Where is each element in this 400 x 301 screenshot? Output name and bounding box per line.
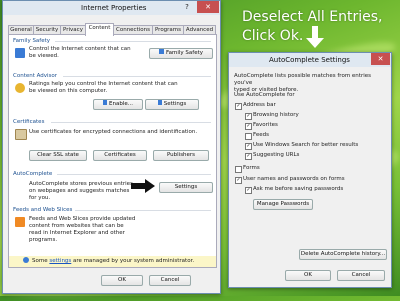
feeds-text-line: Feeds and Web Slices provide updated	[29, 216, 136, 222]
content-advisor-settings-button[interactable]: Settings	[145, 99, 199, 110]
favorites-checkbox[interactable]: ✓	[245, 123, 252, 130]
group-divider	[55, 41, 211, 42]
suggesting-urls-label: Suggesting URLs	[253, 152, 300, 158]
window-title: Internet Properties	[81, 4, 147, 12]
use-autocomplete-for-label: Use AutoComplete for	[234, 92, 295, 98]
ask-before-saving-label: Ask me before saving passwords	[253, 186, 344, 192]
family-safety-icon	[15, 48, 25, 58]
address-bar-checkbox[interactable]: ✓	[235, 103, 242, 110]
status-text-pre: Some	[32, 258, 48, 264]
feeds-text-line: content from websites that can be	[29, 223, 124, 229]
forms-checkbox[interactable]	[235, 166, 242, 173]
title-bar: AutoComplete Settings ✕	[229, 53, 391, 67]
user-names-passwords-label: User names and passwords on forms	[243, 176, 345, 182]
dialog-title: AutoComplete Settings	[269, 56, 350, 64]
tab-content[interactable]: Content	[85, 23, 114, 36]
settings-link[interactable]: settings	[49, 258, 71, 264]
windows-search-checkbox[interactable]: ✓	[245, 143, 252, 150]
certificates-text: Use certificates for encrypted connectio…	[29, 129, 198, 135]
feeds-title: Feeds and Web Slices	[13, 207, 73, 213]
group-divider	[75, 210, 211, 211]
intro-line: AutoComplete lists possible matches from…	[234, 73, 371, 86]
content-tab-panel: Family Safety Control the Internet conte…	[8, 34, 217, 268]
autocomplete-text-line: for you.	[29, 195, 51, 201]
autocomplete-settings-window: AutoComplete Settings ✕ AutoComplete lis…	[228, 52, 392, 288]
family-safety-title: Family Safety	[13, 38, 51, 44]
cancel-button[interactable]: Cancel	[149, 275, 191, 286]
cancel-button[interactable]: Cancel	[337, 270, 385, 281]
favorites-label: Favorites	[253, 122, 278, 128]
group-divider	[63, 76, 211, 77]
address-bar-label: Address bar	[243, 102, 276, 108]
enable-button[interactable]: Enable...	[93, 99, 143, 110]
help-button[interactable]: ?	[179, 1, 195, 13]
forms-label: Forms	[243, 165, 260, 171]
group-divider	[51, 122, 211, 123]
delete-autocomplete-history-button[interactable]: Delete AutoComplete history...	[299, 249, 387, 260]
user-names-passwords-checkbox[interactable]: ✓	[235, 177, 242, 184]
content-advisor-text: Ratings help you control the Internet co…	[29, 81, 178, 94]
autocomplete-title: AutoComplete	[13, 171, 53, 177]
group-divider	[57, 174, 211, 175]
internet-properties-window: Internet Properties ? ✕ General Security…	[2, 0, 221, 294]
info-icon	[23, 257, 29, 263]
feeds-text-line: programs.	[29, 237, 58, 243]
enable-button-label: Enable...	[109, 101, 133, 107]
content-advisor-settings-label: Settings	[163, 101, 187, 107]
family-safety-button[interactable]: Family Safety	[149, 48, 213, 59]
feeds-text-line: read in Internet Explorer and other	[29, 230, 125, 236]
feeds-text: Feeds and Web Slices provide updated con…	[29, 216, 149, 244]
admin-status-bar: Some settings are managed by your system…	[9, 256, 216, 267]
certificates-title: Certificates	[13, 119, 45, 125]
clear-ssl-state-button[interactable]: Clear SSL state	[29, 150, 87, 161]
ok-button[interactable]: OK	[285, 270, 331, 281]
feeds-checkbox[interactable]	[245, 133, 252, 140]
suggesting-urls-checkbox[interactable]: ✓	[245, 153, 252, 160]
shield-icon	[157, 100, 162, 105]
autocomplete-settings-button[interactable]: Settings	[159, 182, 213, 193]
manage-passwords-button[interactable]: Manage Passwords	[253, 199, 313, 210]
content-advisor-title: Content Advisor	[13, 73, 58, 79]
family-safety-icon	[158, 49, 164, 54]
browsing-history-label: Browsing history	[253, 112, 299, 118]
family-safety-text: Control the Internet content that can be…	[29, 46, 131, 59]
autocomplete-intro: AutoComplete lists possible matches from…	[234, 73, 390, 94]
browsing-history-checkbox[interactable]: ✓	[245, 113, 252, 120]
publishers-button[interactable]: Publishers	[153, 150, 209, 161]
certificate-icon	[15, 129, 27, 140]
ok-button[interactable]: OK	[101, 275, 143, 286]
feed-icon	[15, 217, 25, 227]
windows-search-label: Use Windows Search for better results	[253, 142, 359, 148]
arrow-right-icon	[131, 179, 155, 193]
status-text-post: are managed by your system administrator…	[73, 258, 195, 264]
close-button[interactable]: ✕	[197, 1, 219, 13]
arrow-down-icon	[306, 26, 324, 48]
caption-line-1: Deselect All Entries,	[242, 9, 383, 25]
content-advisor-icon	[15, 83, 25, 93]
close-button[interactable]: ✕	[371, 53, 390, 65]
title-bar: Internet Properties ? ✕	[3, 1, 220, 15]
family-safety-button-label: Family Safety	[165, 50, 204, 56]
ask-before-saving-checkbox[interactable]: ✓	[245, 187, 252, 194]
certificates-button[interactable]: Certificates	[93, 150, 147, 161]
feeds-label: Feeds	[253, 132, 269, 138]
shield-icon	[103, 100, 107, 105]
